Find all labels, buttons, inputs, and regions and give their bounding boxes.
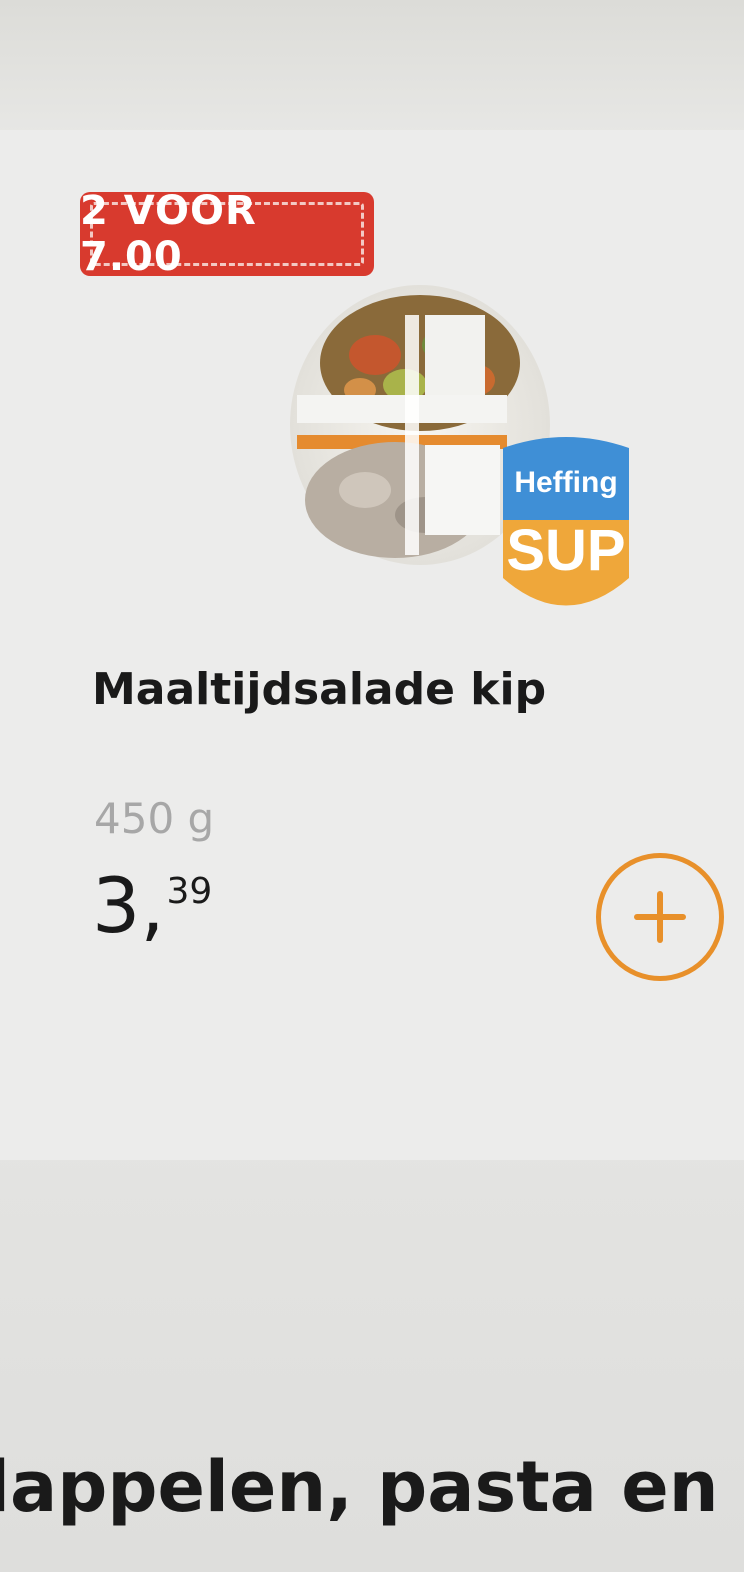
brand-logo-text-top: Heffing	[514, 466, 617, 499]
brand-logo: Heffing SUP	[503, 437, 629, 606]
product-weight: 450 g	[94, 794, 215, 843]
product-name[interactable]: Maaltijdsalade kip	[92, 664, 546, 715]
price-cents: 39	[166, 871, 213, 912]
price-whole: 3	[92, 861, 141, 950]
plus-icon	[634, 891, 686, 943]
section-heading: lappelen, pasta en	[0, 1446, 719, 1528]
price-separator: ,	[140, 861, 165, 950]
product-page: 2 VOOR 7.00 Heffing SUP Maaltijdsalade k…	[0, 0, 744, 1572]
product-price: 3 , 39	[92, 868, 212, 944]
brand-logo-text-bottom: SUP	[506, 518, 625, 583]
promo-badge: 2 VOOR 7.00	[80, 188, 374, 280]
promo-label: 2 VOOR 7.00	[80, 188, 257, 280]
add-to-cart-button[interactable]	[596, 853, 724, 981]
